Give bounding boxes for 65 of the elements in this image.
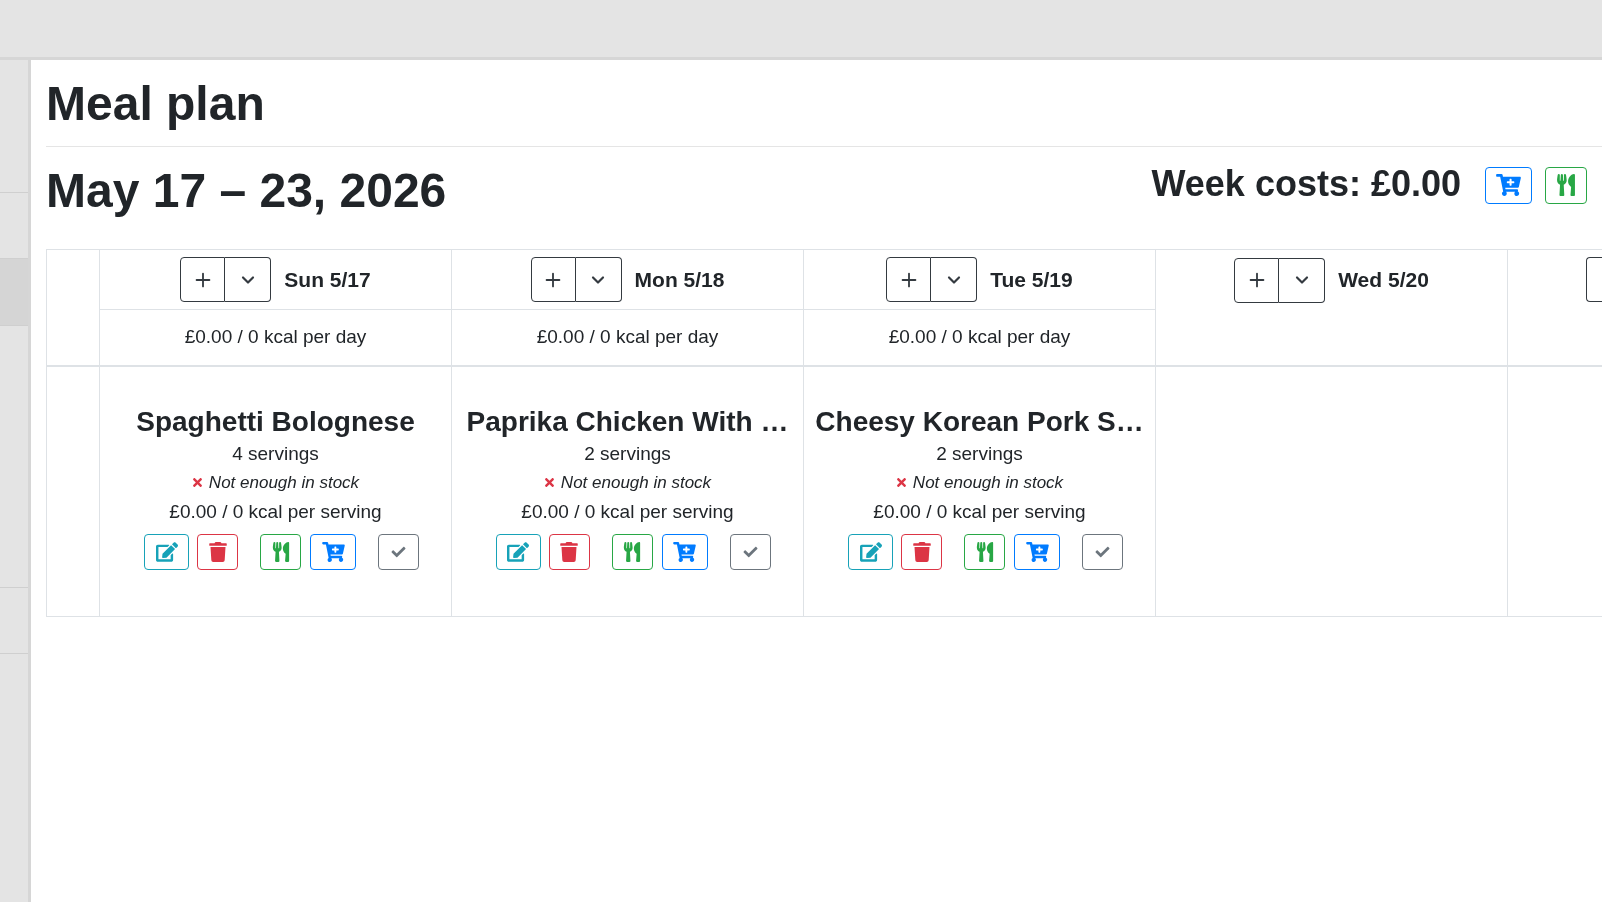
servings: 2 servings [936,441,1023,466]
mark-done-button[interactable] [378,533,419,570]
day-totals: £0.00 / 0 kcal per day [536,325,719,350]
edit-button[interactable] [848,533,893,570]
fork-knife-icon [271,541,290,562]
delete-button[interactable] [549,533,590,570]
add-button[interactable] [530,257,576,303]
meal-title: Spaghetti Bolognese [136,405,415,439]
stock-status: Not enough in stock [208,471,360,494]
dropdown-toggle[interactable] [575,257,622,303]
add-button[interactable] [1234,257,1280,303]
edit-icon [859,541,882,562]
week-costs: Week costs: £0.00 [1151,161,1461,205]
trash-icon [208,541,227,562]
fork-knife-icon [1556,174,1576,197]
add-button[interactable] [1586,257,1602,303]
day-label: Mon 5/18 [634,266,725,293]
utensils-button[interactable] [260,533,301,570]
dropdown-toggle[interactable] [931,257,978,303]
fork-knife-icon [623,541,642,562]
add-button[interactable] [886,257,932,303]
fork-knife-icon [975,541,994,562]
dropdown-toggle[interactable] [1279,257,1326,303]
page-title: Meal plan [46,76,266,132]
check-icon [390,544,407,559]
meal-title: Cheesy Korean Pork S… [815,405,1144,439]
edit-button[interactable] [496,533,541,570]
day-totals: £0.00 / 0 kcal per day [184,325,367,350]
trash-icon [912,541,931,562]
cart-plus-icon [1496,174,1521,197]
servings: 2 servings [584,441,671,466]
meal-costs: £0.00 / 0 kcal per serving [873,499,1086,524]
add-to-cart-button[interactable] [1485,166,1532,204]
stock-status: Not enough in stock [912,471,1064,494]
trash-icon [560,541,579,562]
mark-done-button[interactable] [730,533,771,570]
dropdown-toggle[interactable] [225,257,272,303]
cart-plus-icon [673,541,697,562]
delete-button[interactable] [197,533,238,570]
utensils-button[interactable] [1545,166,1587,204]
week-range: May 17 – 23, 2026 [46,162,447,219]
delete-button[interactable] [901,533,942,570]
stock-status: Not enough in stock [560,471,712,494]
check-icon [1094,544,1111,559]
day-label: Tue 5/19 [990,266,1073,293]
edit-icon [155,541,178,562]
cart-plus-icon [1025,541,1049,562]
cart-plus-icon [321,541,345,562]
check-icon [742,544,759,559]
add-to-cart-button[interactable] [662,533,708,570]
day-label: Wed 5/20 [1338,267,1429,294]
servings: 4 servings [232,441,319,466]
edit-icon [507,541,530,562]
mark-done-button[interactable] [1082,533,1123,570]
edit-button[interactable] [144,533,189,570]
add-to-cart-button[interactable] [310,533,356,570]
meal-title: Paprika Chicken With … [466,405,789,439]
add-to-cart-button[interactable] [1014,533,1060,570]
utensils-button[interactable] [612,533,653,570]
meal-costs: £0.00 / 0 kcal per serving [169,499,382,524]
add-button[interactable] [180,257,226,303]
day-label: Sun 5/17 [284,266,371,293]
day-totals: £0.00 / 0 kcal per day [888,325,1071,350]
meal-costs: £0.00 / 0 kcal per serving [521,499,734,524]
utensils-button[interactable] [964,533,1005,570]
